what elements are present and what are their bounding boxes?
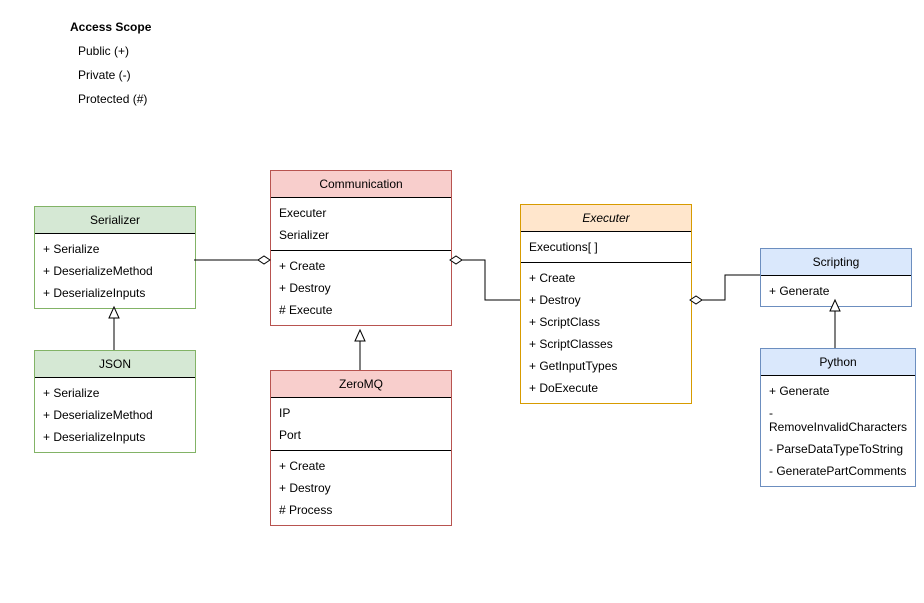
class-method: + Serialize (35, 382, 195, 404)
class-title: Communication (271, 171, 451, 198)
legend-item: Protected (#) (78, 92, 151, 106)
class-method: + DeserializeMethod (35, 404, 195, 426)
class-method: + Create (521, 267, 691, 289)
class-title: JSON (35, 351, 195, 378)
class-scripting: Scripting + Generate (760, 248, 912, 307)
class-method: # Process (271, 499, 451, 521)
legend-item: Public (+) (78, 44, 151, 58)
class-method: + Serialize (35, 238, 195, 260)
class-method: + DeserializeInputs (35, 426, 195, 448)
class-attr: Serializer (271, 224, 451, 246)
class-method: + Create (271, 455, 451, 477)
class-method: # Execute (271, 299, 451, 321)
class-method: + Generate (761, 280, 911, 302)
class-method: + DeserializeMethod (35, 260, 195, 282)
class-method: + Create (271, 255, 451, 277)
class-method: + DoExecute (521, 377, 691, 399)
class-method: - GeneratePartComments (761, 460, 915, 482)
class-json: JSON + Serialize + DeserializeMethod + D… (34, 350, 196, 453)
class-title: Scripting (761, 249, 911, 276)
class-method: + ScriptClasses (521, 333, 691, 355)
class-method: + ScriptClass (521, 311, 691, 333)
legend-access-scope: Access Scope Public (+) Private (-) Prot… (70, 20, 151, 116)
class-title: Serializer (35, 207, 195, 234)
class-zeromq: ZeroMQ IP Port + Create + Destroy # Proc… (270, 370, 452, 526)
class-method: - RemoveInvalidCharacters (761, 402, 915, 438)
legend-title: Access Scope (70, 20, 151, 34)
class-title: Executer (521, 205, 691, 232)
class-method: + Destroy (271, 477, 451, 499)
class-attr: Executions[ ] (521, 236, 691, 258)
class-attr: Port (271, 424, 451, 446)
class-serializer: Serializer + Serialize + DeserializeMeth… (34, 206, 196, 309)
class-communication: Communication Executer Serializer + Crea… (270, 170, 452, 326)
class-attr: Executer (271, 202, 451, 224)
class-method: + Destroy (521, 289, 691, 311)
class-executer: Executer Executions[ ] + Create + Destro… (520, 204, 692, 404)
class-method: - ParseDataTypeToString (761, 438, 915, 460)
class-title: Python (761, 349, 915, 376)
class-attr: IP (271, 402, 451, 424)
class-method: + Generate (761, 380, 915, 402)
class-method: + GetInputTypes (521, 355, 691, 377)
class-title: ZeroMQ (271, 371, 451, 398)
class-method: + DeserializeInputs (35, 282, 195, 304)
class-method: + Destroy (271, 277, 451, 299)
class-python: Python + Generate - RemoveInvalidCharact… (760, 348, 916, 487)
legend-item: Private (-) (78, 68, 151, 82)
